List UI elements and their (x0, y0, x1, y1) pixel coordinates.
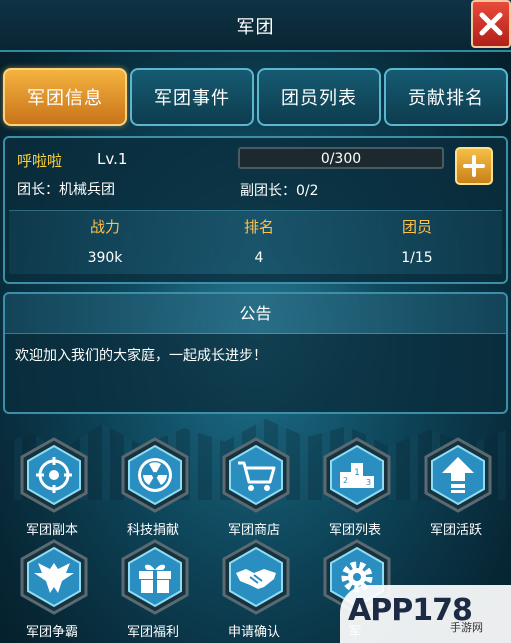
handshake-icon (222, 539, 290, 615)
stat-rank-value: 4 (254, 250, 264, 266)
vice-leader-count: 副团长：0/2 (240, 183, 319, 199)
func-application-confirm[interactable]: 申请确认 (206, 539, 302, 640)
tab-contribution-ranking[interactable]: 贡献排名 (384, 68, 508, 126)
arrow-up-icon (424, 437, 492, 513)
radiation-icon (121, 437, 189, 513)
announcement-title: 公告 (5, 294, 506, 334)
func-label: 军团争霸 (25, 625, 78, 640)
func-label: 军团列表 (328, 523, 381, 538)
func-legion-list[interactable]: 1 2 3 军团列表 (307, 437, 403, 538)
svg-text:1: 1 (354, 468, 360, 478)
func-label: 科技捐献 (126, 523, 179, 538)
watermark-sub-text: 手游网 (450, 621, 483, 634)
func-label: 申请确认 (227, 625, 280, 640)
announcement-panel: 公告 欢迎加入我们的大家庭，一起成长进步！ (3, 292, 508, 414)
legion-info-panel: 呼啦啦 Lv.1 团长：机械兵团 副团长：0/2 0/300 战力 排名 团员 … (3, 136, 508, 284)
close-button[interactable] (471, 0, 511, 48)
stat-power-value: 390k (87, 250, 123, 266)
stat-members-label: 团员 (401, 218, 432, 236)
legion-name: 呼啦啦 (17, 152, 63, 170)
func-legion-shop[interactable]: 军团商店 (206, 437, 302, 538)
plus-icon (463, 155, 485, 177)
podium-icon: 1 2 3 (323, 437, 391, 513)
gift-icon (121, 539, 189, 615)
func-legion-dungeon[interactable]: 军团副本 (4, 437, 100, 538)
tab-bar: 军团信息 军团事件 团员列表 贡献排名 (3, 68, 508, 128)
tab-legion-info[interactable]: 军团信息 (3, 68, 127, 126)
stat-power-label: 战力 (89, 218, 120, 236)
func-label: 军团活跃 (429, 523, 482, 538)
upgrade-plus-button[interactable] (455, 147, 493, 185)
crosshair-icon (20, 437, 88, 513)
stats-strip: 战力 排名 团员 390k 4 1/15 (9, 210, 502, 274)
close-icon (479, 12, 503, 36)
func-legion-welfare[interactable]: 军团福利 (105, 539, 201, 640)
window-title: 军团 (236, 17, 275, 38)
svg-text:2: 2 (343, 476, 348, 485)
stat-rank-label: 排名 (243, 218, 274, 236)
func-label: 军团商店 (227, 523, 280, 538)
eagle-icon (20, 539, 88, 615)
experience-text: 0/300 (320, 151, 362, 167)
func-label: 军团福利 (126, 625, 179, 640)
announcement-text: 欢迎加入我们的大家庭，一起成长进步！ (15, 348, 267, 364)
app178-watermark: APP178 手游网 (340, 585, 511, 643)
func-legion-activity[interactable]: 军团活跃 (408, 437, 504, 538)
title-bar: 军团 (0, 0, 511, 52)
legion-leader: 团长：机械兵团 (17, 182, 115, 198)
func-tech-donation[interactable]: 科技捐献 (105, 437, 201, 538)
tab-member-list[interactable]: 团员列表 (257, 68, 381, 126)
func-legion-battle[interactable]: 军团争霸 (4, 539, 100, 640)
func-label: 军团副本 (25, 523, 78, 538)
legion-level: Lv.1 (97, 150, 128, 168)
shopping-cart-icon (222, 437, 290, 513)
tab-legion-events[interactable]: 军团事件 (130, 68, 254, 126)
svg-text:3: 3 (366, 478, 371, 487)
stat-members-value: 1/15 (401, 250, 433, 266)
experience-bar: 0/300 (238, 147, 444, 169)
